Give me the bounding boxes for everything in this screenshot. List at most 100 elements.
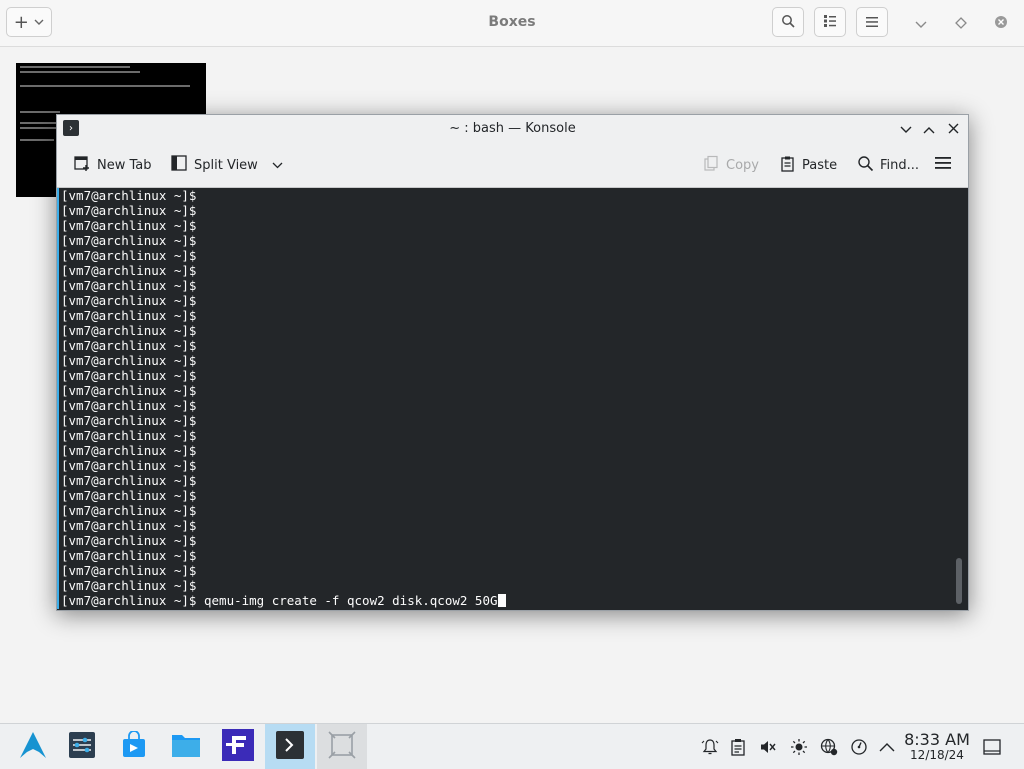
terminal-prompt-line: [vm7@archlinux ~]$: [61, 248, 197, 263]
terminal-prompt-line: [vm7@archlinux ~]$: [61, 413, 197, 428]
terminal-prompt-line: [vm7@archlinux ~]$: [61, 278, 197, 293]
system-settings-icon: [68, 731, 96, 763]
paste-button[interactable]: Paste: [779, 154, 837, 176]
boxes-icon: [327, 730, 357, 764]
terminal-prompt-line: [vm7@archlinux ~]$: [61, 533, 197, 548]
terminal-prompt-line: [vm7@archlinux ~]$: [61, 548, 197, 563]
clock-time[interactable]: 8:33 AM: [898, 730, 976, 749]
list-view-icon: [823, 13, 837, 32]
app-f-icon: [222, 728, 254, 765]
terminal-prompt-line: [vm7@archlinux ~]$: [61, 563, 197, 578]
terminal-prompt-line: [vm7@archlinux ~]$: [61, 503, 197, 518]
terminal-prompt-line: [vm7@archlinux ~]$: [61, 308, 197, 323]
search-icon: [781, 13, 795, 32]
clock-date[interactable]: 12/18/24: [898, 748, 976, 762]
main-menu-button[interactable]: [856, 7, 888, 37]
terminal-prompt-line: [vm7@archlinux ~]$: [61, 518, 197, 533]
minimize-button[interactable]: [910, 12, 932, 34]
copy-label: Copy: [726, 157, 759, 173]
app-f-button[interactable]: [213, 724, 263, 769]
discover-store-button[interactable]: [109, 724, 159, 769]
paste-icon: [779, 155, 796, 176]
power-profile-icon[interactable]: [849, 737, 869, 757]
copy-icon: [703, 155, 720, 176]
terminal-prompt-line: [vm7@archlinux ~]$: [61, 203, 197, 218]
konsole-titlebar[interactable]: › ~ : bash — Konsole: [57, 115, 968, 142]
close-icon: [948, 119, 959, 138]
terminal-prompt-line: [vm7@archlinux ~]$: [61, 428, 197, 443]
focus-indicator: [57, 188, 59, 609]
terminal-output: [vm7@archlinux ~]$ [vm7@archlinux ~]$ [vm7…: [61, 188, 941, 608]
arch-launcher-icon: [18, 730, 48, 764]
hamburger-icon: [934, 156, 952, 174]
paste-label: Paste: [802, 157, 838, 173]
terminal-scrollbar[interactable]: [956, 558, 962, 604]
close-icon: [994, 14, 1008, 33]
show-desktop-icon[interactable]: [982, 737, 1002, 757]
network-icon[interactable]: [819, 737, 839, 757]
chevron-down-icon: [915, 14, 927, 33]
arch-launcher-button[interactable]: [8, 724, 58, 769]
konsole-toolbar: New Tab Split View Copy Paste Find...: [57, 142, 968, 188]
taskbar: [0, 723, 1024, 769]
diamond-icon: [955, 14, 967, 33]
split-view-icon: [170, 154, 188, 176]
new-tab-icon: [73, 154, 91, 176]
file-manager-icon: [171, 732, 201, 762]
terminal-prompt-line: [vm7@archlinux ~]$: [61, 293, 197, 308]
boxes-header: + Boxes: [0, 0, 1024, 47]
notifications-icon[interactable]: [700, 737, 720, 757]
new-tab-label: New Tab: [97, 157, 152, 173]
volume-muted-icon[interactable]: [758, 737, 778, 757]
file-manager-button[interactable]: [161, 724, 211, 769]
hamburger-icon: [865, 13, 879, 32]
clipboard-icon[interactable]: [728, 737, 748, 757]
konsole-icon: [275, 730, 305, 764]
terminal-prompt-line: [vm7@archlinux ~]$: [61, 263, 197, 278]
copy-button[interactable]: Copy: [703, 154, 759, 176]
split-view-button[interactable]: Split View: [170, 154, 283, 176]
terminal-prompt-line: [vm7@archlinux ~]$: [61, 473, 197, 488]
terminal-prompt-line: [vm7@archlinux ~]$: [61, 578, 197, 593]
terminal-prompt-line: [vm7@archlinux ~]$: [61, 233, 197, 248]
list-view-button[interactable]: [814, 7, 846, 37]
terminal-command: qemu-img create -f qcow2 disk.qcow2 50G: [204, 593, 498, 608]
find-button[interactable]: Find...: [857, 154, 919, 176]
chevron-up-icon: [923, 119, 935, 138]
terminal-prompt-line: [vm7@archlinux ~]$: [61, 458, 197, 473]
terminal-prompt-line: [vm7@archlinux ~]$: [61, 323, 197, 338]
terminal-prompt-line: [vm7@archlinux ~]$: [61, 338, 197, 353]
terminal-prompt-line: [vm7@archlinux ~]$: [61, 353, 197, 368]
discover-store-icon: [121, 729, 147, 763]
find-label: Find...: [880, 157, 920, 173]
hamburger-menu-button[interactable]: [934, 154, 952, 176]
new-tab-button[interactable]: New Tab: [73, 154, 152, 176]
system-settings-button[interactable]: [57, 724, 107, 769]
terminal-prompt-line: [vm7@archlinux ~]$: [61, 368, 197, 383]
window-title: ~ : bash — Konsole: [449, 121, 576, 136]
chevron-up-icon[interactable]: [877, 737, 897, 757]
search-button[interactable]: [772, 7, 804, 37]
close-button[interactable]: [990, 12, 1012, 34]
terminal-prompt-line: [vm7@archlinux ~]$: [61, 488, 197, 503]
konsole-window: › ~ : bash — Konsole New Tab Split View …: [56, 114, 969, 611]
chevron-down-icon[interactable]: [272, 158, 283, 173]
terminal-prompt-line: [vm7@archlinux ~]$: [61, 188, 197, 203]
terminal-command-line: [vm7@archlinux ~]$ qemu-img create -f qc…: [61, 593, 941, 608]
search-icon: [857, 155, 874, 176]
boxes-task-button[interactable]: [317, 724, 367, 769]
close-button[interactable]: [944, 119, 962, 137]
brightness-icon[interactable]: [789, 737, 809, 757]
terminal-prompt-line: [vm7@archlinux ~]$: [61, 443, 197, 458]
minimize-button[interactable]: [897, 119, 915, 137]
maximize-button[interactable]: [950, 12, 972, 34]
terminal-prompt-line: [vm7@archlinux ~]$: [61, 398, 197, 413]
terminal-prompt: [vm7@archlinux ~]$: [61, 593, 197, 608]
chevron-down-icon: [900, 119, 912, 138]
terminal-area[interactable]: [vm7@archlinux ~]$ [vm7@archlinux ~]$ [vm7…: [57, 188, 968, 609]
terminal-cursor: [497, 594, 506, 607]
maximize-button[interactable]: [920, 119, 938, 137]
split-view-label: Split View: [194, 157, 258, 173]
terminal-prompt-line: [vm7@archlinux ~]$: [61, 218, 197, 233]
konsole-task-button[interactable]: [265, 724, 315, 769]
